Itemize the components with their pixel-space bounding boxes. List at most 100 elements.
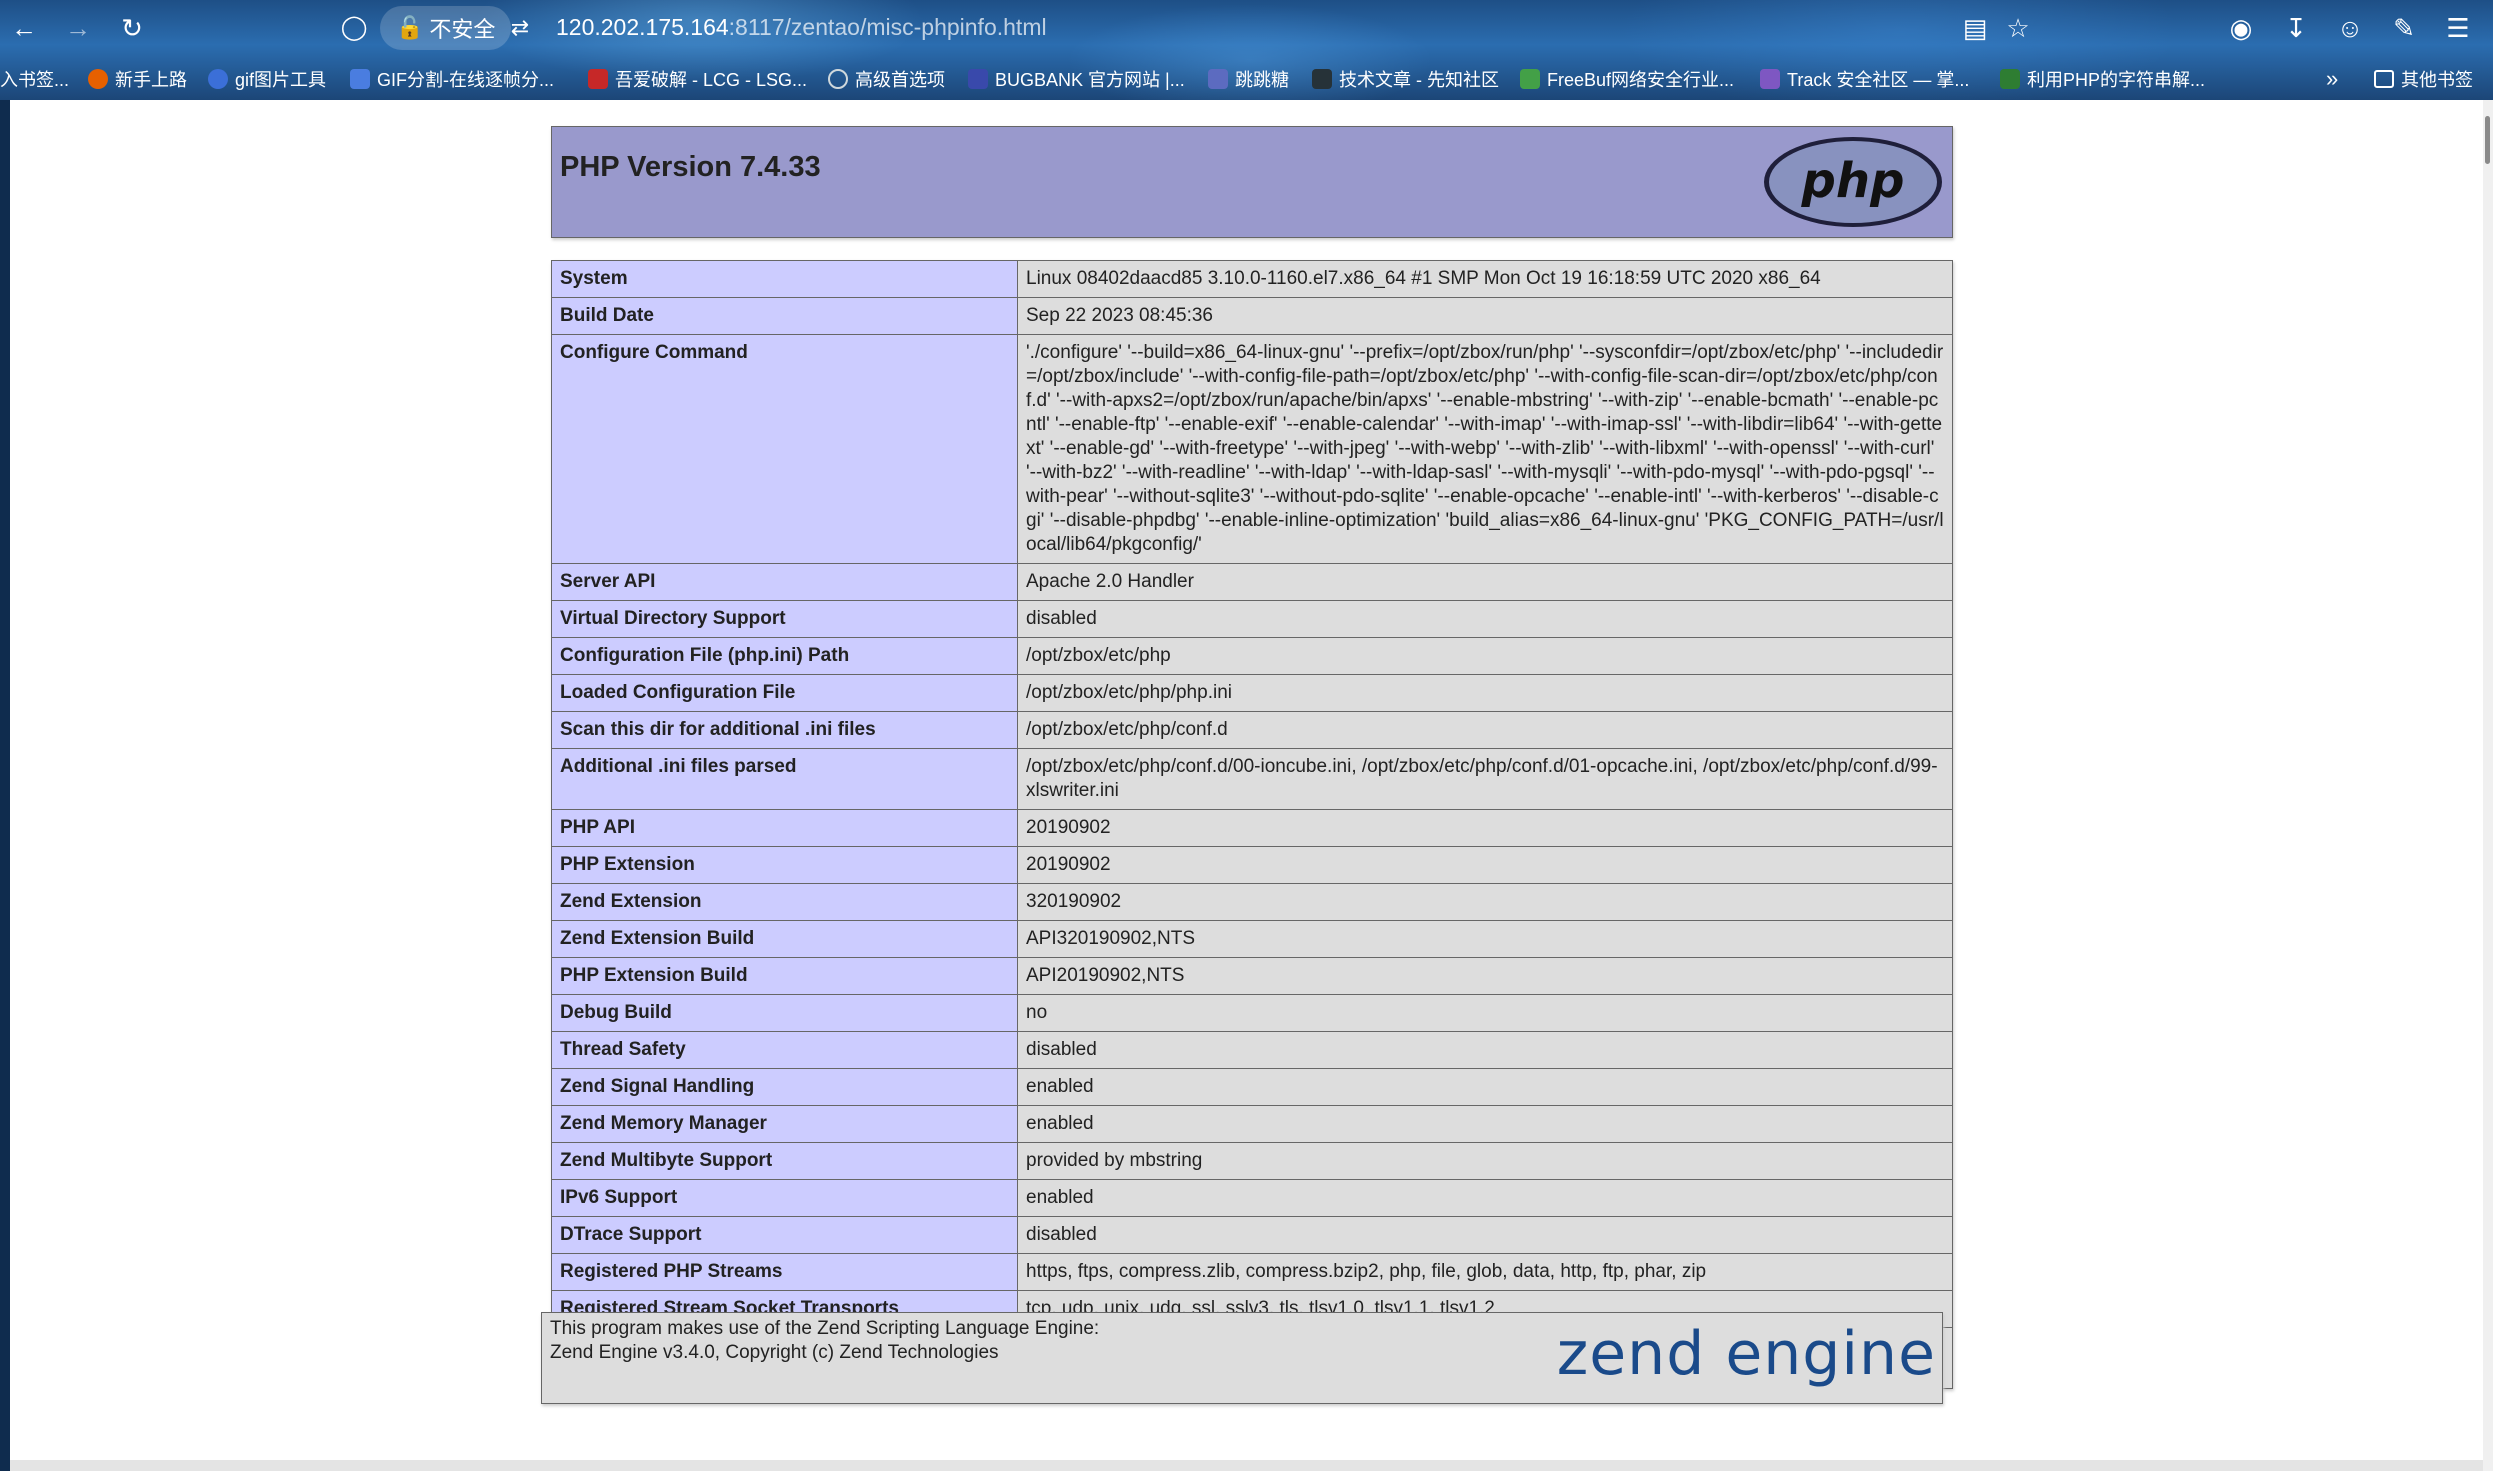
row-key: PHP API [551, 809, 1018, 847]
bookmark-label: 利用PHP的字符串解... [2027, 70, 2206, 90]
bookmark-label: 技术文章 - 先知社区 [1339, 70, 1499, 90]
bookmark-item[interactable]: 吾爱破解 - LCG - LSG... [588, 64, 807, 94]
row-key: Configure Command [551, 334, 1018, 564]
bookmark-label: BUGBANK 官方网站 |... [995, 70, 1185, 90]
row-value: 20190902 [1017, 846, 1953, 884]
row-key: System [551, 260, 1018, 298]
row-value: API320190902,NTS [1017, 920, 1953, 958]
zend-engine-logo[interactable]: zend engine [1557, 1319, 1936, 1389]
row-key: Additional .ini files parsed [551, 748, 1018, 810]
php-logo[interactable]: php [1762, 135, 1944, 229]
row-key: Debug Build [551, 994, 1018, 1032]
download-icon[interactable]: ↧ [2278, 10, 2314, 46]
forward-arrow-icon[interactable]: → [60, 10, 96, 46]
row-key: IPv6 Support [551, 1179, 1018, 1217]
lock-broken-icon: 🔓 [396, 15, 424, 40]
row-key: Scan this dir for additional .ini files [551, 711, 1018, 749]
zend-credit-text: This program makes use of the Zend Scrip… [550, 1317, 1099, 1365]
permissions-icon[interactable]: ⇄ [502, 10, 538, 46]
52pojie-icon [588, 69, 608, 89]
bookmark-label: FreeBuf网络安全行业... [1547, 70, 1735, 90]
bookmark-item[interactable]: 利用PHP的字符串解... [2000, 64, 2205, 94]
table-row: Zend Multibyte Support provided by mbstri… [551, 1142, 1953, 1180]
security-label: 不安全 [429, 17, 496, 42]
security-indicator[interactable]: 🔓 不安全 [380, 6, 512, 50]
reader-view-icon[interactable]: ▤ [1957, 10, 1993, 46]
folder-icon [2374, 70, 2394, 88]
row-value: enabled [1017, 1068, 1953, 1106]
scrollbar-track[interactable] [2483, 100, 2493, 1471]
bookmark-item[interactable]: gif图片工具 [208, 64, 326, 94]
window-left-edge [0, 100, 10, 1471]
table-row: System Linux 08402daacd85 3.10.0-1160.el7… [551, 260, 1953, 298]
freebuf-icon [1520, 69, 1540, 89]
status-strip [10, 1460, 2483, 1471]
row-value: https, ftps, compress.zlib, compress.bzi… [1017, 1253, 1953, 1291]
pocket-icon[interactable]: ◉ [2223, 10, 2259, 46]
row-key: Registered PHP Streams [551, 1253, 1018, 1291]
row-key: Zend Signal Handling [551, 1068, 1018, 1106]
table-row: Debug Build no [551, 994, 1953, 1032]
table-row: DTrace Support disabled [551, 1216, 1953, 1254]
bookmark-item[interactable]: 入书签... [0, 64, 69, 94]
table-row: Zend Memory Manager enabled [551, 1105, 1953, 1143]
article-icon [2000, 69, 2020, 89]
row-value: disabled [1017, 1031, 1953, 1069]
phpinfo-table: System Linux 08402daacd85 3.10.0-1160.el7… [551, 260, 1953, 1389]
row-value: no [1017, 994, 1953, 1032]
table-row: Loaded Configuration File/opt/zbox/etc/p… [551, 674, 1953, 712]
bookmark-label: 其他书签 [2401, 70, 2473, 90]
bookmark-label: 跳跳糖 [1235, 70, 1289, 90]
extensions-icon[interactable]: ✎ [2386, 10, 2422, 46]
row-key: PHP Extension [551, 846, 1018, 884]
bookmark-item[interactable]: 高级首选项 [828, 64, 945, 94]
xianzhi-icon [1312, 69, 1332, 89]
menu-icon[interactable]: ☰ [2440, 10, 2476, 46]
zend-line-2: Zend Engine v3.4.0, Copyright (c) Zend T… [550, 1342, 999, 1363]
table-row: PHP API 20190902 [551, 809, 1953, 847]
bookmark-label: Track 安全社区 — 掌... [1787, 70, 1970, 90]
g-icon [208, 69, 228, 89]
table-row: Configure Command './configure' '--build=… [551, 334, 1953, 564]
account-icon[interactable]: ☺ [2332, 10, 2368, 46]
address-bar[interactable]: ◯ 🔓 不安全 ⇄ 120.202.175.164:8117/zentao/mi… [330, 6, 1990, 50]
reload-icon[interactable]: ↻ [114, 10, 150, 46]
table-row: Configuration File (php.ini) Path/opt/zb… [551, 637, 1953, 675]
row-value: Linux 08402daacd85 3.10.0-1160.el7.x86_6… [1017, 260, 1953, 298]
browser-chrome: ← → ↻ ◯ 🔓 不安全 ⇄ 120.202.175.164:8117/zen… [0, 0, 2493, 100]
bookmark-item[interactable]: 跳跳糖 [1208, 64, 1289, 94]
bookmark-item[interactable]: GIF分割-在线逐帧分... [350, 64, 554, 94]
bookmark-label: 吾爱破解 - LCG - LSG... [615, 70, 808, 90]
back-arrow-icon[interactable]: ← [6, 10, 42, 46]
phpinfo-table-body: System Linux 08402daacd85 3.10.0-1160.el7… [551, 260, 1953, 1389]
bookmark-folder-other[interactable]: 其他书签 [2374, 64, 2473, 94]
table-row: Virtual Directory Support disabled [551, 600, 1953, 638]
bookmark-star-icon[interactable]: ☆ [2000, 10, 2036, 46]
bookmark-label: gif图片工具 [235, 70, 327, 90]
table-row: PHP Extension Build API20190902,NTS [551, 957, 1953, 995]
url-text[interactable]: 120.202.175.164:8117/zentao/misc-phpinfo… [556, 14, 1047, 41]
bookmark-item[interactable]: BUGBANK 官方网站 |... [968, 64, 1185, 94]
bookmark-label: 高级首选项 [855, 70, 945, 90]
table-row: PHP Extension 20190902 [551, 846, 1953, 884]
url-host: 120.202.175.164 [556, 14, 729, 40]
bookmark-item[interactable]: Track 安全社区 — 掌... [1760, 64, 1969, 94]
row-key: Thread Safety [551, 1031, 1018, 1069]
bookmark-label: GIF分割-在线逐帧分... [377, 70, 554, 90]
shield-icon[interactable]: ◯ [336, 10, 372, 46]
bookmark-item[interactable]: 新手上路 [88, 64, 187, 94]
table-row: Server API Apache 2.0 Handler [551, 563, 1953, 601]
table-row: Zend Extension 320190902 [551, 883, 1953, 921]
bookmarks-toolbar: 入书签... 新手上路 gif图片工具 GIF分割-在线逐帧分... 吾爱破解 … [0, 60, 2493, 98]
row-key: Configuration File (php.ini) Path [551, 637, 1018, 675]
row-value: /opt/zbox/etc/php/conf.d [1017, 711, 1953, 749]
bookmarks-overflow-chevron-icon[interactable]: » [2326, 64, 2338, 94]
bookmark-item[interactable]: 技术文章 - 先知社区 [1312, 64, 1499, 94]
row-key: Virtual Directory Support [551, 600, 1018, 638]
bookmark-item[interactable]: FreeBuf网络安全行业... [1520, 64, 1734, 94]
row-key: Zend Extension Build [551, 920, 1018, 958]
row-key: PHP Extension Build [551, 957, 1018, 995]
scrollbar-thumb[interactable] [2485, 116, 2490, 164]
table-row: Additional .ini files parsed/opt/zbox/et… [551, 748, 1953, 810]
table-row: Scan this dir for additional .ini files /… [551, 711, 1953, 749]
